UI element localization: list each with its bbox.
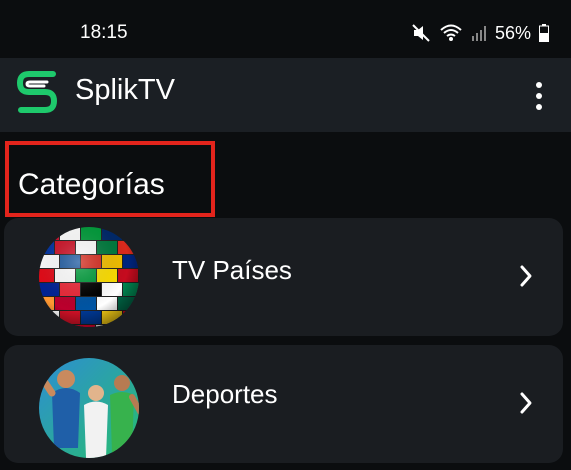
category-card-deportes[interactable]: Deportes (4, 345, 563, 463)
wifi-icon (439, 23, 463, 43)
app-bar: SplikTV (0, 58, 571, 132)
section-title: Categorías (18, 168, 165, 201)
chevron-right-icon (519, 391, 533, 415)
chevron-right-icon (519, 264, 533, 288)
battery-percent: 56% (494, 22, 531, 43)
status-bar: 18:15 56% (0, 0, 571, 58)
spliktv-logo-icon (15, 68, 59, 116)
more-vert-icon (536, 82, 542, 88)
app-title: SplikTV (75, 74, 175, 106)
mute-icon (411, 23, 431, 43)
category-card-tv-paises[interactable]: TV Países (4, 218, 563, 336)
world-flags-globe-icon (34, 222, 144, 332)
signal-icon (471, 24, 487, 42)
category-label-deportes: Deportes (172, 379, 278, 409)
status-time: 18:15 (80, 22, 128, 43)
sports-athletes-icon (34, 353, 144, 463)
battery-icon (539, 24, 549, 42)
category-label-tv-paises: TV Países (172, 255, 292, 285)
status-icons: 56% (411, 20, 549, 46)
more-options-button[interactable] (527, 76, 551, 116)
